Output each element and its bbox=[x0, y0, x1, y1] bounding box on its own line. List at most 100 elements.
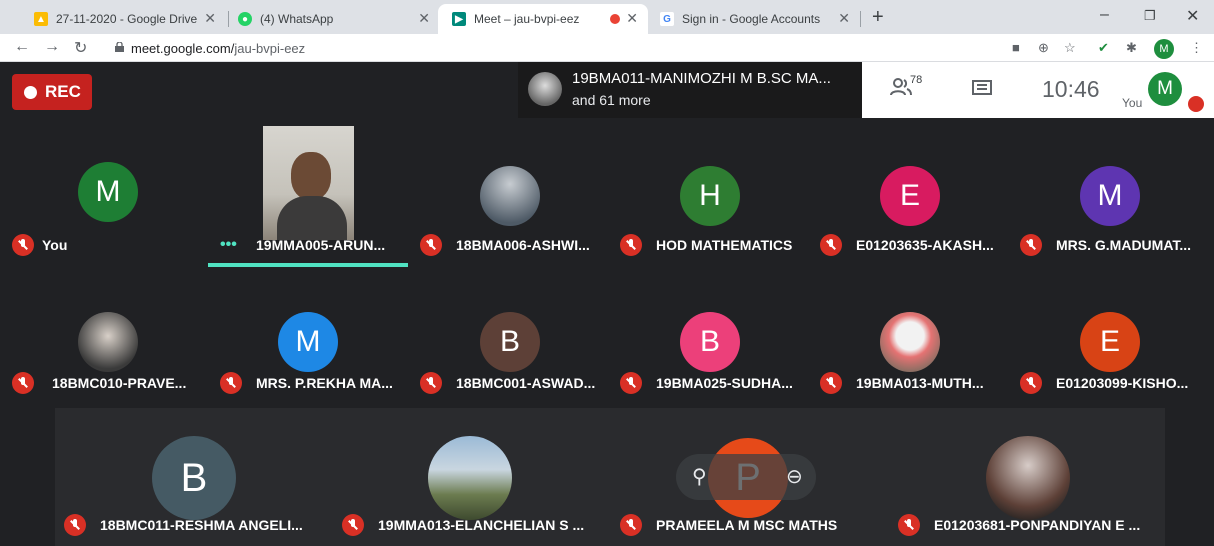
participant-tile[interactable]: B 19BMA025-SUDHA... bbox=[618, 308, 818, 408]
url-path: jau-bvpi-eez bbox=[234, 41, 306, 56]
presenter-name: 19BMA011-MANIMOZHI M B.SC MA... bbox=[572, 70, 831, 87]
muted-mic-icon bbox=[420, 372, 442, 394]
participant-tile[interactable]: B 18BMC011-RESHMA ANGELI... bbox=[62, 436, 342, 536]
participant-avatar: M bbox=[78, 162, 138, 222]
pin-icon[interactable]: ⚲ bbox=[692, 464, 707, 489]
muted-mic-icon bbox=[420, 234, 442, 256]
participant-tile[interactable]: 18BMA006-ASHWI... bbox=[418, 162, 618, 262]
minimize-icon[interactable]: – bbox=[1100, 6, 1109, 24]
menu-icon[interactable]: ⋮ bbox=[1190, 40, 1203, 56]
participant-avatar: E bbox=[880, 166, 940, 226]
presenter-more: and 61 more bbox=[572, 92, 651, 108]
browser-tab-strip: ▲ 27-11-2020 - Google Drive ✕ ● (4) What… bbox=[0, 0, 1214, 34]
participant-photo bbox=[428, 436, 512, 520]
profile-avatar[interactable]: M bbox=[1154, 39, 1174, 59]
address-bar: ← → ↻ meet.google.com/jau-bvpi-eez ■ ⊕ ☆… bbox=[0, 34, 1214, 62]
muted-mic-icon bbox=[342, 514, 364, 536]
restore-icon[interactable]: ❐ bbox=[1144, 8, 1156, 24]
participant-photo bbox=[480, 166, 540, 226]
tab-title: 27-11-2020 - Google Drive bbox=[56, 12, 198, 26]
participant-photo bbox=[880, 312, 940, 372]
presenter-banner[interactable]: 19BMA011-MANIMOZHI M B.SC MA... and 61 m… bbox=[518, 62, 862, 118]
people-icon[interactable] bbox=[890, 78, 912, 96]
participant-avatar: M bbox=[278, 312, 338, 372]
participant-tile[interactable]: 19MMA013-ELANCHELIAN S ... bbox=[340, 436, 620, 536]
participant-name: 19BMA013-MUTH... bbox=[856, 375, 984, 391]
recording-indicator-icon bbox=[610, 14, 620, 24]
participant-name: E01203681-PONPANDIYAN E ... bbox=[934, 517, 1141, 533]
muted-mic-icon bbox=[820, 372, 842, 394]
muted-mic-icon bbox=[12, 234, 34, 256]
url-host: meet.google.com/ bbox=[131, 41, 235, 56]
tab-whatsapp[interactable]: ● (4) WhatsApp ✕ bbox=[224, 4, 440, 34]
checkmark-extension-icon[interactable]: ✔ bbox=[1098, 40, 1109, 56]
record-dot-icon bbox=[24, 85, 37, 99]
participant-name: PRAMEELA M MSC MATHS bbox=[656, 517, 838, 533]
muted-mic-icon bbox=[620, 234, 642, 256]
participant-name: 19MMA005-ARUN... bbox=[256, 237, 386, 253]
active-speaker-bar bbox=[208, 263, 408, 267]
window-close-icon[interactable]: ✕ bbox=[1186, 6, 1199, 26]
participant-tile[interactable]: E E01203099-KISHO... bbox=[1018, 308, 1214, 408]
camera-icon[interactable]: ■ bbox=[1012, 40, 1020, 55]
tile-hover-controls: ⚲ ⊖ bbox=[676, 454, 816, 500]
back-icon[interactable]: ← bbox=[14, 38, 30, 56]
participant-name: 19BMA025-SUDHA... bbox=[656, 375, 793, 391]
participant-tile[interactable]: 19BMA013-MUTH... bbox=[818, 308, 1018, 408]
extensions-icon[interactable]: ✱ bbox=[1126, 40, 1137, 56]
remove-icon[interactable]: ⊖ bbox=[786, 464, 803, 489]
star-icon[interactable]: ☆ bbox=[1064, 40, 1076, 56]
presenter-avatar bbox=[528, 72, 562, 106]
tab-google-accounts[interactable]: G Sign in - Google Accounts ✕ bbox=[646, 4, 860, 34]
muted-mic-icon bbox=[620, 372, 642, 394]
close-icon[interactable]: ✕ bbox=[204, 10, 216, 27]
lock-icon bbox=[115, 42, 124, 52]
participant-tile[interactable]: M MRS. G.MADUMAT... bbox=[1018, 162, 1214, 262]
participant-tile[interactable]: E E01203635-AKASH... bbox=[818, 162, 1018, 262]
url-field[interactable]: meet.google.com/jau-bvpi-eez bbox=[131, 41, 305, 56]
whatsapp-icon: ● bbox=[238, 12, 252, 26]
clock: 10:46 bbox=[1042, 76, 1100, 102]
zoom-icon[interactable]: ⊕ bbox=[1038, 40, 1049, 56]
tab-title: Sign in - Google Accounts bbox=[682, 12, 821, 26]
participant-photo bbox=[78, 312, 138, 372]
chat-icon[interactable] bbox=[972, 80, 992, 98]
close-icon[interactable]: ✕ bbox=[838, 10, 850, 27]
participant-tile[interactable]: H HOD MATHEMATICS bbox=[618, 162, 818, 262]
muted-mic-icon bbox=[620, 514, 642, 536]
participant-name: 18BMC001-ASWAD... bbox=[456, 375, 596, 391]
participant-avatar: B bbox=[152, 436, 236, 520]
new-tab-button[interactable]: + bbox=[872, 6, 884, 29]
participant-tile[interactable]: B 18BMC001-ASWAD... bbox=[418, 308, 618, 408]
tab-meet[interactable]: ▶ Meet – jau-bvpi-eez ✕ bbox=[438, 4, 648, 34]
participant-name: 19MMA013-ELANCHELIAN S ... bbox=[378, 517, 585, 533]
participant-tile[interactable]: E01203681-PONPANDIYAN E ... bbox=[896, 436, 1176, 536]
participant-tile[interactable]: 18BMC010-PRAVE... bbox=[10, 308, 210, 408]
muted-mic-icon bbox=[1188, 96, 1204, 112]
recording-button[interactable]: REC bbox=[12, 74, 92, 110]
muted-mic-icon bbox=[12, 372, 34, 394]
recording-label: REC bbox=[45, 82, 81, 101]
participant-name: MRS. P.REKHA MA... bbox=[256, 375, 393, 391]
participant-avatar: M bbox=[1080, 166, 1140, 226]
muted-mic-icon bbox=[1020, 372, 1042, 394]
muted-mic-icon bbox=[220, 372, 242, 394]
participant-tile[interactable]: ••• 19MMA005-ARUN... bbox=[210, 162, 410, 262]
close-icon[interactable]: ✕ bbox=[418, 10, 430, 27]
muted-mic-icon bbox=[820, 234, 842, 256]
forward-icon[interactable]: → bbox=[44, 38, 60, 56]
participant-name: E01203099-KISHO... bbox=[1056, 375, 1189, 391]
participant-tile[interactable]: M MRS. P.REKHA MA... bbox=[218, 308, 418, 408]
tab-google-drive[interactable]: ▲ 27-11-2020 - Google Drive ✕ bbox=[20, 4, 226, 34]
meeting-controls: 78 10:46 You M bbox=[862, 62, 1214, 118]
close-icon[interactable]: ✕ bbox=[626, 10, 638, 27]
tab-title: Meet – jau-bvpi-eez bbox=[474, 12, 580, 26]
participant-name: 18BMC011-RESHMA ANGELI... bbox=[100, 517, 303, 533]
participant-name: 18BMA006-ASHWI... bbox=[456, 237, 590, 253]
reload-icon[interactable]: ↻ bbox=[74, 38, 87, 58]
participant-photo bbox=[986, 436, 1070, 520]
participant-avatar: E bbox=[1080, 312, 1140, 372]
you-label: You bbox=[1122, 96, 1143, 110]
participant-tile[interactable]: M You bbox=[10, 162, 210, 262]
participant-name: MRS. G.MADUMAT... bbox=[1056, 237, 1192, 253]
